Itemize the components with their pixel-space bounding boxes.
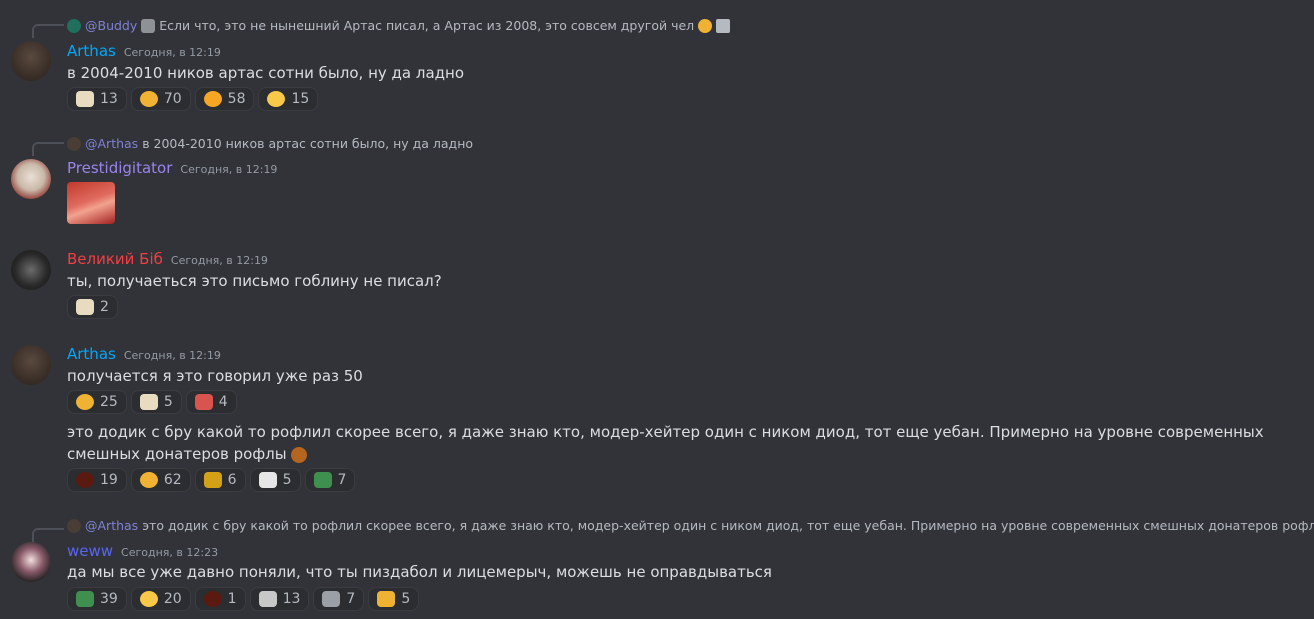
reaction[interactable]: 2	[67, 295, 118, 319]
anime-image-attachment[interactable]	[67, 182, 115, 224]
skull-emoji-icon	[258, 591, 277, 607]
reaction[interactable]: 6	[194, 468, 246, 492]
thumb-emoji-icon	[377, 591, 396, 607]
reaction[interactable]: 62	[130, 468, 191, 492]
reaction[interactable]: 5	[368, 587, 420, 611]
reply-preview[interactable]: @Arthas в 2004-2010 ников артас сотни бы…	[67, 136, 473, 151]
message-text: это додик с бру какой то рофлил скорее в…	[67, 423, 1264, 463]
author-name[interactable]: Prestidigitator Сегодня, в 12:19	[67, 159, 277, 177]
reply-mention[interactable]: @Arthas	[85, 136, 138, 151]
author-name[interactable]: Arthas Сегодня, в 12:19	[67, 42, 221, 60]
reactions-bar: 19 62 6 5 7	[67, 468, 356, 492]
reply-mention[interactable]: @Arthas	[85, 518, 138, 533]
thinking-emoji-icon	[76, 394, 94, 410]
reply-connector	[32, 528, 64, 542]
reaction[interactable]: 7	[313, 587, 365, 611]
avatar[interactable]	[11, 250, 51, 290]
reactions-bar: 25 5 4	[67, 390, 237, 414]
reaction[interactable]: 5	[130, 390, 182, 414]
gold-emoji-icon	[203, 472, 222, 488]
avatar[interactable]	[11, 41, 51, 81]
reactions-bar: 2	[67, 295, 118, 319]
author-name[interactable]: Великий Біб Сегодня, в 12:19	[67, 250, 268, 268]
glasses-emoji-icon	[322, 591, 341, 607]
reaction[interactable]: 7	[304, 468, 356, 492]
message-text: получается я это говорил уже раз 50	[67, 367, 363, 385]
timestamp: Сегодня, в 12:23	[121, 546, 219, 559]
thinking-emoji-icon	[139, 91, 158, 107]
reactions-bar: 13 70 58 15	[67, 87, 319, 111]
avatar[interactable]	[11, 542, 51, 582]
green-emoji-icon	[76, 591, 94, 607]
paper-emoji-icon	[76, 299, 94, 315]
reply-connector	[32, 142, 64, 156]
reaction[interactable]: 39	[67, 587, 127, 611]
face-emoji-icon	[139, 591, 158, 607]
avatar-icon	[67, 136, 81, 151]
reactions-bar: 39 20 1 13 7 5	[67, 587, 420, 611]
thinking-emoji-icon	[139, 472, 158, 488]
green-emoji-icon	[313, 472, 332, 488]
reaction[interactable]: 13	[249, 587, 310, 611]
reaction[interactable]: 13	[67, 87, 127, 111]
paper-emoji-icon	[76, 91, 94, 107]
reaction[interactable]: 20	[130, 587, 191, 611]
reaction[interactable]: 19	[67, 468, 127, 492]
reaction[interactable]: 70	[130, 87, 191, 111]
avatar[interactable]	[11, 159, 51, 199]
author-name[interactable]: Arthas Сегодня, в 12:19	[67, 345, 221, 363]
reply-connector	[32, 24, 64, 38]
avatar-icon	[67, 18, 81, 33]
timestamp: Сегодня, в 12:19	[170, 254, 268, 267]
emoji-icon	[698, 18, 713, 33]
timestamp: Сегодня, в 12:19	[123, 349, 221, 362]
timestamp: Сегодня, в 12:19	[123, 46, 221, 59]
reply-text: это додик с бру какой то рофлил скорее в…	[142, 518, 1314, 533]
reply-text: в 2004-2010 ников артас сотни было, ну д…	[142, 136, 474, 151]
reaction[interactable]: 15	[258, 87, 319, 111]
reaction[interactable]: 25	[67, 390, 127, 414]
reaction[interactable]: 1	[194, 587, 246, 611]
reply-preview[interactable]: @Arthas это додик с бру какой то рофлил …	[67, 518, 1314, 533]
eye-emoji-icon	[76, 472, 94, 488]
message-text: в 2004-2010 ников артас сотни было, ну д…	[67, 64, 464, 82]
reaction[interactable]: 5	[249, 468, 301, 492]
ambulance-emoji-icon	[258, 472, 277, 488]
wolf-emoji-icon	[141, 18, 156, 33]
reply-text: Если что, это не нынешний Артас писал, а…	[159, 18, 695, 33]
avatar-icon	[67, 518, 81, 533]
message-text: ты, получаеться это письмо гоблину не пи…	[67, 272, 442, 290]
message-text: да мы все уже давно поняли, что ты пизда…	[67, 563, 772, 581]
eye-emoji-icon	[203, 591, 222, 607]
image-icon	[716, 18, 731, 33]
reply-mention[interactable]: @Buddy	[85, 18, 137, 33]
reaction[interactable]: 4	[185, 390, 237, 414]
red-face-emoji-icon	[194, 394, 213, 410]
reaction[interactable]: 58	[194, 87, 255, 111]
reply-preview[interactable]: @Buddy Если что, это не нынешний Артас п…	[67, 18, 731, 33]
author-name[interactable]: weww Сегодня, в 12:23	[67, 542, 218, 560]
paper-emoji-icon	[139, 394, 158, 410]
emoji-icon	[291, 446, 308, 463]
timestamp: Сегодня, в 12:19	[180, 163, 278, 176]
hand-face-emoji-icon	[203, 91, 222, 107]
face-emoji-icon	[267, 91, 286, 107]
avatar[interactable]	[11, 345, 51, 385]
